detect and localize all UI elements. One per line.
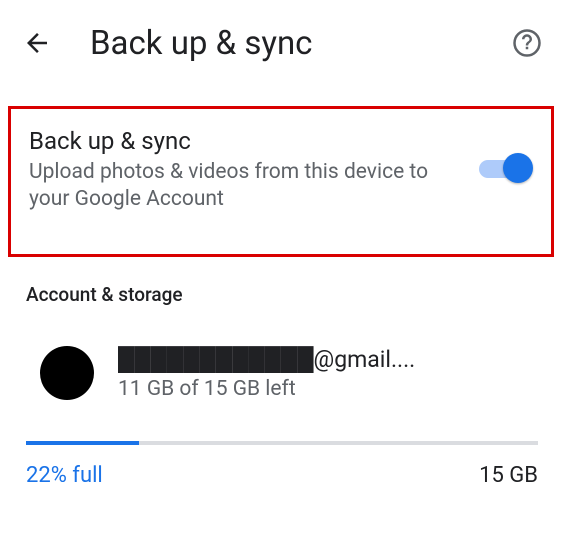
toggle-thumb — [503, 153, 533, 183]
backup-sync-title: Back up & sync — [29, 127, 429, 155]
backup-sync-description: Upload photos & videos from this device … — [29, 159, 429, 214]
avatar — [40, 346, 94, 400]
section-header-account-storage: Account & storage — [0, 279, 564, 306]
backup-sync-row[interactable]: Back up & sync Upload photos & videos fr… — [29, 127, 533, 214]
progress-fill — [26, 441, 139, 445]
account-row[interactable]: ████████████@gmail.... 11 GB of 15 GB le… — [0, 346, 564, 401]
back-button[interactable] — [22, 28, 52, 58]
progress-track — [26, 441, 538, 445]
help-button[interactable] — [512, 28, 542, 58]
backup-sync-text: Back up & sync Upload photos & videos fr… — [29, 127, 429, 214]
help-icon — [512, 28, 542, 58]
progress-total-label: 15 GB — [479, 463, 538, 488]
account-email: ████████████@gmail.... — [118, 346, 538, 373]
progress-labels: 22% full 15 GB — [26, 463, 538, 488]
account-text: ████████████@gmail.... 11 GB of 15 GB le… — [118, 346, 538, 401]
progress-percent-label: 22% full — [26, 463, 103, 488]
backup-sync-toggle[interactable] — [479, 153, 533, 185]
account-storage-line: 11 GB of 15 GB left — [118, 377, 538, 401]
app-bar: Back up & sync — [0, 0, 564, 86]
page-title: Back up & sync — [52, 24, 512, 63]
arrow-left-icon — [22, 28, 52, 58]
storage-progress: 22% full 15 GB — [0, 441, 564, 488]
highlight-box: Back up & sync Upload photos & videos fr… — [8, 106, 554, 257]
